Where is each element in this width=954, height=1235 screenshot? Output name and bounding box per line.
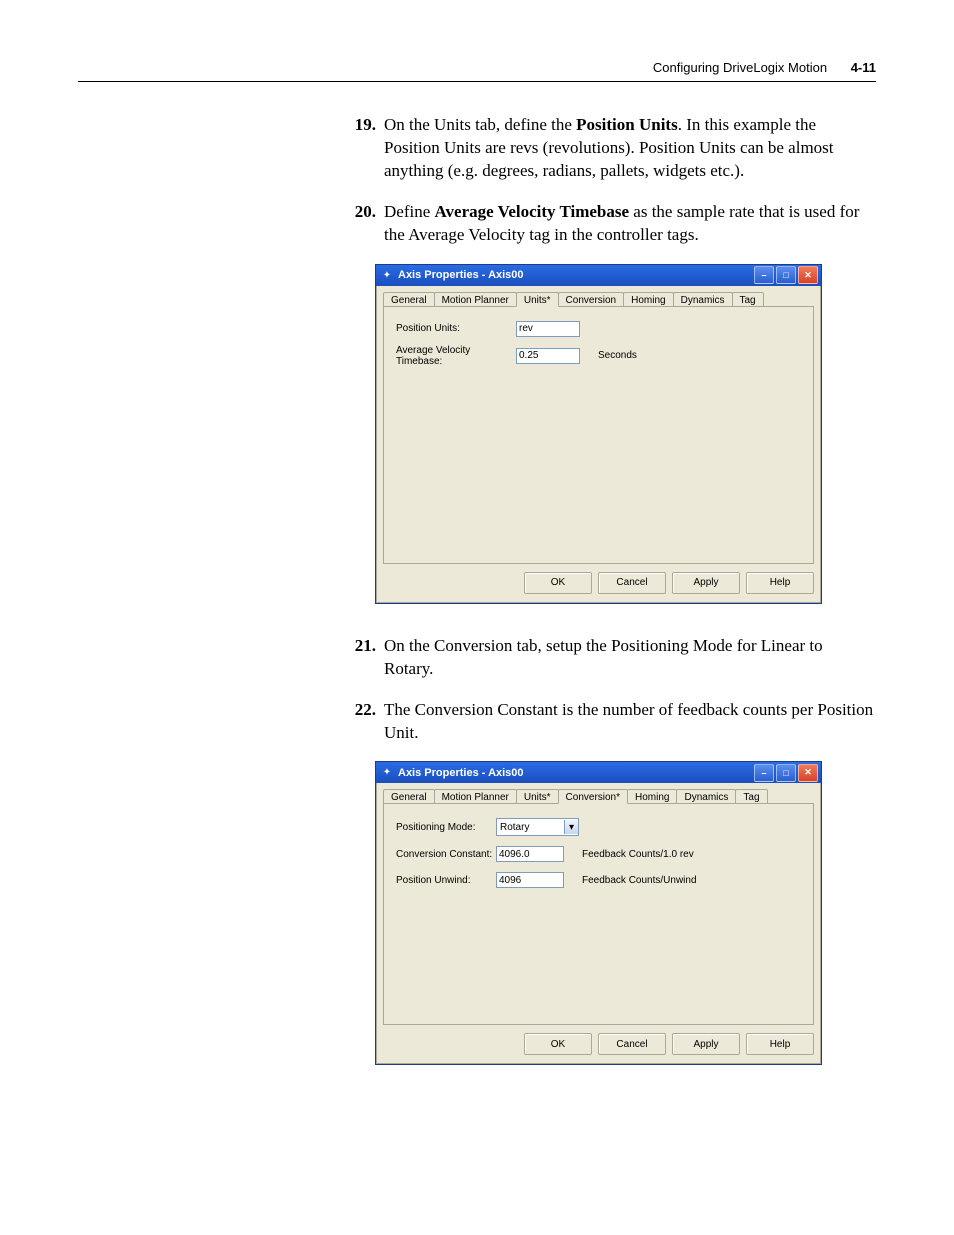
- conversion-constant-input[interactable]: [496, 846, 564, 862]
- step-19: 19. On the Units tab, define the Positio…: [348, 114, 876, 183]
- app-icon: ✦: [380, 268, 394, 282]
- help-button[interactable]: Help: [746, 1033, 814, 1055]
- tab-row: General Motion Planner Units* Conversion…: [383, 292, 814, 307]
- conversion-constant-label: Conversion Constant:: [396, 849, 496, 860]
- chevron-down-icon: ▾: [564, 820, 578, 834]
- ok-button[interactable]: OK: [524, 1033, 592, 1055]
- axis-properties-dialog-conversion: ✦ Axis Properties - Axis00 – □ ✕ General…: [376, 762, 821, 1064]
- step-text: The Conversion Constant is the number of…: [384, 699, 876, 745]
- window-title: Axis Properties - Axis00: [398, 767, 754, 779]
- positioning-mode-select[interactable]: Rotary ▾: [496, 818, 579, 836]
- tab-conversion[interactable]: Conversion*: [558, 789, 628, 804]
- ok-button[interactable]: OK: [524, 572, 592, 594]
- app-icon: ✦: [380, 766, 394, 780]
- step-21: 21. On the Conversion tab, setup the Pos…: [348, 635, 876, 681]
- step-text: On the Units tab, define the Position Un…: [384, 114, 876, 183]
- cancel-button[interactable]: Cancel: [598, 1033, 666, 1055]
- avg-vel-timebase-input[interactable]: [516, 348, 580, 364]
- tab-homing[interactable]: Homing: [627, 789, 677, 803]
- step-text: Define Average Velocity Timebase as the …: [384, 201, 876, 247]
- avg-vel-timebase-label: Average Velocity Timebase:: [396, 345, 516, 367]
- maximize-button[interactable]: □: [776, 764, 796, 782]
- step-number: 22.: [348, 699, 376, 745]
- position-unwind-label: Position Unwind:: [396, 875, 496, 886]
- units-panel: Position Units: Average Velocity Timebas…: [383, 307, 814, 564]
- tab-units[interactable]: Units*: [516, 292, 559, 307]
- step-20: 20. Define Average Velocity Timebase as …: [348, 201, 876, 247]
- tab-units[interactable]: Units*: [516, 789, 559, 803]
- tab-general[interactable]: General: [383, 292, 435, 306]
- apply-button[interactable]: Apply: [672, 1033, 740, 1055]
- page-number: 4-11: [851, 60, 876, 75]
- minimize-button[interactable]: –: [754, 764, 774, 782]
- tab-conversion[interactable]: Conversion: [558, 292, 625, 306]
- position-unwind-unit: Feedback Counts/Unwind: [582, 875, 697, 886]
- conversion-panel: Positioning Mode: Rotary ▾ Conversion Co…: [383, 804, 814, 1025]
- tab-homing[interactable]: Homing: [623, 292, 673, 306]
- step-number: 19.: [348, 114, 376, 183]
- step-number: 20.: [348, 201, 376, 247]
- apply-button[interactable]: Apply: [672, 572, 740, 594]
- position-units-input[interactable]: [516, 321, 580, 337]
- step-22: 22. The Conversion Constant is the numbe…: [348, 699, 876, 745]
- step-number: 21.: [348, 635, 376, 681]
- tab-dynamics[interactable]: Dynamics: [676, 789, 736, 803]
- page-header: Configuring DriveLogix Motion 4-11: [78, 60, 876, 82]
- position-unwind-input[interactable]: [496, 872, 564, 888]
- tab-motion-planner[interactable]: Motion Planner: [434, 789, 517, 803]
- cancel-button[interactable]: Cancel: [598, 572, 666, 594]
- titlebar[interactable]: ✦ Axis Properties - Axis00 – □ ✕: [376, 265, 821, 286]
- position-units-label: Position Units:: [396, 323, 516, 334]
- axis-properties-dialog-units: ✦ Axis Properties - Axis00 – □ ✕ General…: [376, 265, 821, 603]
- tab-dynamics[interactable]: Dynamics: [673, 292, 733, 306]
- maximize-button[interactable]: □: [776, 266, 796, 284]
- avg-vel-timebase-unit: Seconds: [598, 350, 637, 361]
- help-button[interactable]: Help: [746, 572, 814, 594]
- minimize-button[interactable]: –: [754, 266, 774, 284]
- close-button[interactable]: ✕: [798, 266, 818, 284]
- step-text: On the Conversion tab, setup the Positio…: [384, 635, 876, 681]
- tab-row: General Motion Planner Units* Conversion…: [383, 789, 814, 804]
- titlebar[interactable]: ✦ Axis Properties - Axis00 – □ ✕: [376, 762, 821, 783]
- conversion-constant-unit: Feedback Counts/1.0 rev: [582, 849, 694, 860]
- tab-motion-planner[interactable]: Motion Planner: [434, 292, 517, 306]
- tab-general[interactable]: General: [383, 789, 435, 803]
- header-title: Configuring DriveLogix Motion: [653, 60, 827, 75]
- tab-tag[interactable]: Tag: [732, 292, 764, 306]
- window-title: Axis Properties - Axis00: [398, 269, 754, 281]
- close-button[interactable]: ✕: [798, 764, 818, 782]
- tab-tag[interactable]: Tag: [735, 789, 767, 803]
- positioning-mode-value: Rotary: [500, 822, 529, 833]
- positioning-mode-label: Positioning Mode:: [396, 822, 496, 833]
